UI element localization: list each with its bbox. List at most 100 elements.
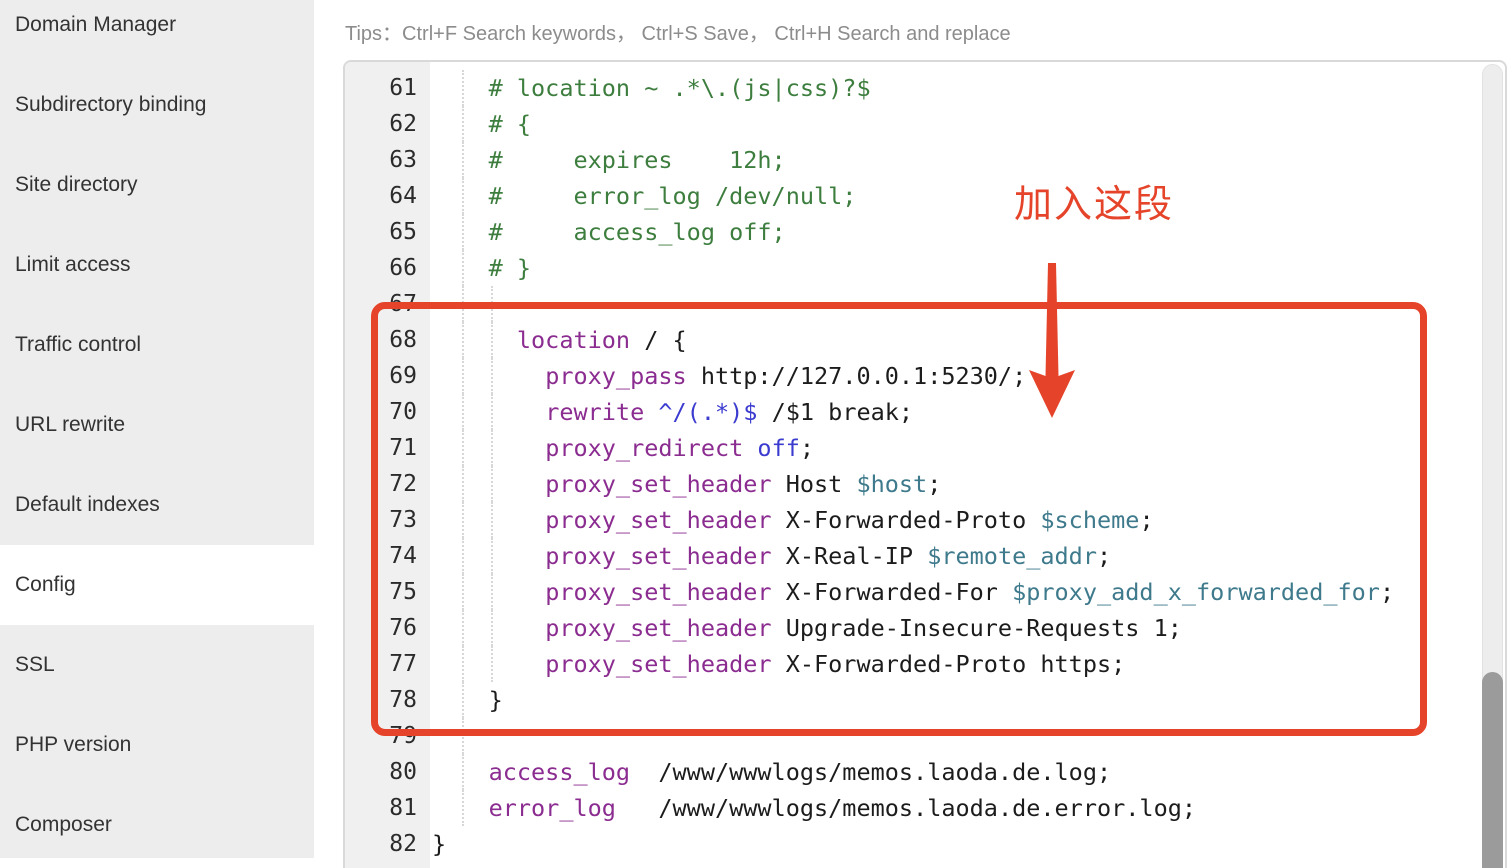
code-line[interactable]: 78 } bbox=[345, 682, 1505, 718]
line-number: 62 bbox=[345, 106, 430, 142]
indent-guide bbox=[491, 394, 493, 430]
sidebar-item-composer[interactable]: Composer bbox=[0, 785, 314, 865]
indent-guide bbox=[491, 358, 493, 394]
code-lines: 61 # location ~ .*\.(js|css)?$62 # {63 #… bbox=[345, 70, 1505, 862]
sidebar-item-subdirectory-binding[interactable]: Subdirectory binding bbox=[0, 65, 314, 145]
sidebar-item-label: Config bbox=[15, 573, 76, 597]
code-line[interactable]: 75 proxy_set_header X-Forwarded-For $pro… bbox=[345, 574, 1505, 610]
sidebar-items: Domain Manager Subdirectory binding Site d… bbox=[0, 0, 314, 865]
indent-guide bbox=[462, 538, 464, 574]
code-text: # expires 12h; bbox=[345, 142, 1505, 178]
indent-guide bbox=[462, 430, 464, 466]
indent-guide bbox=[491, 466, 493, 502]
line-number: 80 bbox=[345, 754, 430, 790]
code-line[interactable]: 76 proxy_set_header Upgrade-Insecure-Req… bbox=[345, 610, 1505, 646]
sidebar-item-label: Traffic control bbox=[15, 333, 141, 357]
indent-guide bbox=[491, 538, 493, 574]
indent-guide bbox=[462, 466, 464, 502]
tips-bar: Tips：Ctrl+F Search keywords， Ctrl+S Save… bbox=[345, 17, 1011, 46]
sidebar-item-label: Site directory bbox=[15, 173, 138, 197]
indent-guide bbox=[462, 754, 464, 790]
code-text: proxy_set_header Upgrade-Insecure-Reques… bbox=[345, 610, 1505, 646]
sidebar-item-label: SSL bbox=[15, 653, 55, 677]
code-line[interactable]: 64 # error_log /dev/null; bbox=[345, 178, 1505, 214]
code-text: # } bbox=[345, 250, 1505, 286]
indent-guide bbox=[462, 790, 464, 826]
sidebar-item-label: URL rewrite bbox=[15, 413, 125, 437]
sidebar-item-label: Default indexes bbox=[15, 493, 160, 517]
editor-scrollbar-thumb[interactable] bbox=[1482, 672, 1503, 868]
code-text: proxy_redirect off; bbox=[345, 430, 1505, 466]
code-line[interactable]: 68 location / { bbox=[345, 322, 1505, 358]
indent-guide bbox=[462, 646, 464, 682]
code-line[interactable]: 67 bbox=[345, 286, 1505, 322]
sidebar-item-site-directory[interactable]: Site directory bbox=[0, 145, 314, 225]
code-line[interactable]: 73 proxy_set_header X-Forwarded-Proto $s… bbox=[345, 502, 1505, 538]
code-line[interactable]: 79 bbox=[345, 718, 1505, 754]
code-line[interactable]: 71 proxy_redirect off; bbox=[345, 430, 1505, 466]
indent-guide bbox=[462, 502, 464, 538]
code-line[interactable]: 66 # } bbox=[345, 250, 1505, 286]
code-line[interactable]: 77 proxy_set_header X-Forwarded-Proto ht… bbox=[345, 646, 1505, 682]
code-line[interactable]: 74 proxy_set_header X-Real-IP $remote_ad… bbox=[345, 538, 1505, 574]
config-editor[interactable]: 61 # location ~ .*\.(js|css)?$62 # {63 #… bbox=[343, 60, 1507, 868]
sidebar-item-domain-manager[interactable]: Domain Manager bbox=[0, 0, 314, 65]
indent-guide bbox=[462, 250, 464, 286]
line-number: 69 bbox=[345, 358, 430, 394]
line-number: 81 bbox=[345, 790, 430, 826]
code-line[interactable]: 69 proxy_pass http://127.0.0.1:5230/; bbox=[345, 358, 1505, 394]
indent-guide bbox=[462, 682, 464, 718]
indent-guide bbox=[462, 70, 464, 106]
sidebar-item-label: Subdirectory binding bbox=[15, 93, 206, 117]
code-text: # access_log off; bbox=[345, 214, 1505, 250]
sidebar-item-default-indexes[interactable]: Default indexes bbox=[0, 465, 314, 545]
code-text: location / { bbox=[345, 322, 1505, 358]
indent-guide bbox=[462, 610, 464, 646]
line-number: 74 bbox=[345, 538, 430, 574]
line-number: 71 bbox=[345, 430, 430, 466]
line-number: 64 bbox=[345, 178, 430, 214]
sidebar: Domain Manager Subdirectory binding Site d… bbox=[0, 0, 314, 858]
code-text: # location ~ .*\.(js|css)?$ bbox=[345, 70, 1505, 106]
line-number: 75 bbox=[345, 574, 430, 610]
line-number: 82 bbox=[345, 826, 430, 862]
code-text: proxy_set_header X-Real-IP $remote_addr; bbox=[345, 538, 1505, 574]
code-text: error_log /www/wwwlogs/memos.laoda.de.er… bbox=[345, 790, 1505, 826]
indent-guide bbox=[462, 214, 464, 250]
code-line[interactable]: 82} bbox=[345, 826, 1505, 862]
code-line[interactable]: 72 proxy_set_header Host $host; bbox=[345, 466, 1505, 502]
sidebar-item-traffic-control[interactable]: Traffic control bbox=[0, 305, 314, 385]
code-text: # { bbox=[345, 106, 1505, 142]
line-number: 72 bbox=[345, 466, 430, 502]
indent-guide bbox=[462, 358, 464, 394]
code-text: proxy_set_header X-Forwarded-Proto https… bbox=[345, 646, 1505, 682]
code-text: rewrite ^/(.*)$ /$1 break; bbox=[345, 394, 1505, 430]
code-line[interactable]: 70 rewrite ^/(.*)$ /$1 break; bbox=[345, 394, 1505, 430]
line-number: 73 bbox=[345, 502, 430, 538]
indent-guide bbox=[462, 142, 464, 178]
sidebar-item-php-version[interactable]: PHP version bbox=[0, 705, 314, 785]
indent-guide bbox=[462, 322, 464, 358]
code-line[interactable]: 61 # location ~ .*\.(js|css)?$ bbox=[345, 70, 1505, 106]
sidebar-item-config[interactable]: Config bbox=[0, 545, 314, 625]
code-line[interactable]: 62 # { bbox=[345, 106, 1505, 142]
indent-guide bbox=[491, 610, 493, 646]
line-number: 70 bbox=[345, 394, 430, 430]
code-line[interactable]: 65 # access_log off; bbox=[345, 214, 1505, 250]
code-line[interactable]: 63 # expires 12h; bbox=[345, 142, 1505, 178]
code-text: proxy_pass http://127.0.0.1:5230/; bbox=[345, 358, 1505, 394]
sidebar-item-label: Limit access bbox=[15, 253, 131, 277]
line-number: 65 bbox=[345, 214, 430, 250]
code-line[interactable]: 80 access_log /www/wwwlogs/memos.laoda.d… bbox=[345, 754, 1505, 790]
code-text: proxy_set_header X-Forwarded-For $proxy_… bbox=[345, 574, 1505, 610]
code-text: access_log /www/wwwlogs/memos.laoda.de.l… bbox=[345, 754, 1505, 790]
indent-guide bbox=[462, 286, 464, 322]
sidebar-item-ssl[interactable]: SSL bbox=[0, 625, 314, 705]
sidebar-item-limit-access[interactable]: Limit access bbox=[0, 225, 314, 305]
line-number: 77 bbox=[345, 646, 430, 682]
indent-guide bbox=[462, 178, 464, 214]
line-number: 67 bbox=[345, 286, 430, 322]
indent-guide bbox=[462, 718, 464, 754]
code-line[interactable]: 81 error_log /www/wwwlogs/memos.laoda.de… bbox=[345, 790, 1505, 826]
sidebar-item-url-rewrite[interactable]: URL rewrite bbox=[0, 385, 314, 465]
